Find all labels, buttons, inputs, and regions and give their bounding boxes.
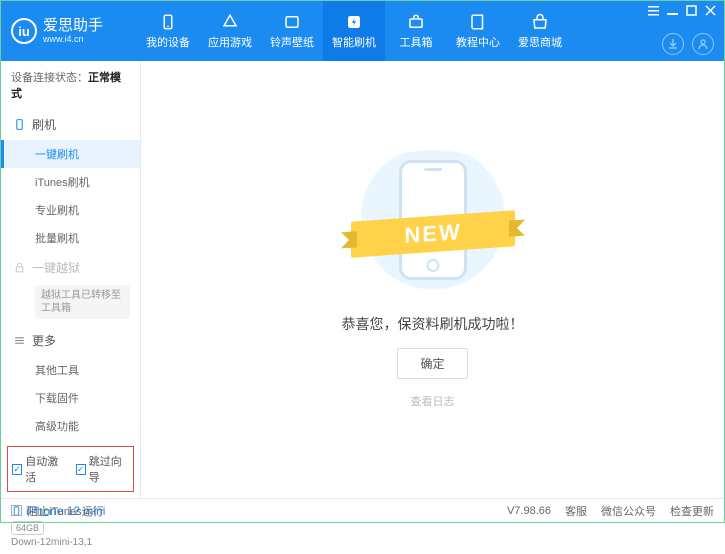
jailbreak-note: 越狱工具已转移至工具箱 <box>35 285 130 319</box>
nav-store[interactable]: 爱思商城 <box>509 1 571 61</box>
sidebar-item-pro-flash[interactable]: 专业刷机 <box>1 196 140 224</box>
nav-my-device[interactable]: 我的设备 <box>137 1 199 61</box>
nav-smart-flash[interactable]: 智能刷机 <box>323 1 385 61</box>
section-label: 刷机 <box>32 116 56 133</box>
phone-icon <box>159 13 177 31</box>
nav-label: 教程中心 <box>456 34 500 50</box>
wechat-link[interactable]: 微信公众号 <box>601 503 656 519</box>
footer-right: V7.98.66 客服 微信公众号 检查更新 <box>507 503 714 519</box>
body: 设备连接状态：正常模式 刷机 一键刷机 iTunes刷机 专业刷机 批量刷机 一… <box>1 61 724 498</box>
status-label: 设备连接状态： <box>11 72 88 84</box>
nav-label: 铃声壁纸 <box>270 34 314 50</box>
app-logo: iu 爱思助手 www.i4.cn <box>11 18 131 45</box>
support-link[interactable]: 客服 <box>565 503 587 519</box>
device-status: 设备连接状态：正常模式 <box>1 61 140 109</box>
flash-icon <box>345 13 363 31</box>
download-button[interactable] <box>662 33 684 55</box>
section-more[interactable]: 更多 <box>1 325 140 356</box>
section-label: 更多 <box>32 332 56 349</box>
sidebar-item-other-tools[interactable]: 其他工具 <box>1 356 140 384</box>
checkbox-icon <box>11 505 22 516</box>
header-actions <box>662 33 714 55</box>
logo-icon: iu <box>11 18 37 44</box>
maximize-icon[interactable] <box>686 5 697 16</box>
nav-label: 我的设备 <box>146 34 190 50</box>
nav-label: 工具箱 <box>400 34 433 50</box>
check-icon: ✓ <box>12 464 22 475</box>
book-icon <box>469 13 487 31</box>
minimize-icon[interactable] <box>667 5 678 16</box>
checkbox-label: 跳过向导 <box>89 453 129 485</box>
sidebar-item-advanced[interactable]: 高级功能 <box>1 412 140 440</box>
success-illustration: NEW <box>333 150 533 300</box>
section-label: 一键越狱 <box>32 259 80 276</box>
nav-apps-games[interactable]: 应用游戏 <box>199 1 261 61</box>
checkbox-auto-activate[interactable]: ✓ 自动激活 <box>12 453 66 485</box>
nav-label: 智能刷机 <box>332 34 376 50</box>
device-firmware: Down-12mini-13,1 <box>11 537 130 548</box>
apps-icon <box>221 13 239 31</box>
nav-ringtone-wallpaper[interactable]: 铃声壁纸 <box>261 1 323 61</box>
lock-icon <box>13 261 26 274</box>
options-box: ✓ 自动激活 ✓ 跳过向导 <box>7 446 134 492</box>
checkbox-skip-guide[interactable]: ✓ 跳过向导 <box>76 453 130 485</box>
footer-left: 阻止iTunes运行 <box>11 503 104 519</box>
app-url: www.i4.cn <box>43 34 103 44</box>
app-header: iu 爱思助手 www.i4.cn 我的设备 应用游戏 铃声壁纸 智能刷机 工具… <box>1 1 724 61</box>
device-storage: 64GB <box>11 521 44 535</box>
section-jailbreak: 一键越狱 <box>1 252 140 283</box>
user-button[interactable] <box>692 33 714 55</box>
toolbox-icon <box>407 13 425 31</box>
checkbox-block-itunes[interactable]: 阻止iTunes运行 <box>11 503 104 519</box>
nav-label: 爱思商城 <box>518 34 562 50</box>
menu-icon[interactable] <box>648 5 659 16</box>
window-controls <box>648 5 716 16</box>
sidebar-item-oneclick-flash[interactable]: 一键刷机 <box>1 140 140 168</box>
store-icon <box>531 13 549 31</box>
sidebar-item-itunes-flash[interactable]: iTunes刷机 <box>1 168 140 196</box>
check-update-link[interactable]: 检查更新 <box>670 503 714 519</box>
sidebar: 设备连接状态：正常模式 刷机 一键刷机 iTunes刷机 专业刷机 批量刷机 一… <box>1 61 141 498</box>
sidebar-item-download-fw[interactable]: 下载固件 <box>1 384 140 412</box>
nav-label: 应用游戏 <box>208 34 252 50</box>
success-message: 恭喜您，保资料刷机成功啦！ <box>342 314 524 334</box>
checkbox-label: 自动激活 <box>25 453 65 485</box>
nav-toolbox[interactable]: 工具箱 <box>385 1 447 61</box>
more-icon <box>13 334 26 347</box>
nav-tutorials[interactable]: 教程中心 <box>447 1 509 61</box>
ok-button[interactable]: 确定 <box>397 348 467 379</box>
phone-icon <box>13 118 26 131</box>
version-label: V7.98.66 <box>507 505 551 517</box>
app-name: 爱思助手 <box>43 18 103 35</box>
checkbox-label: 阻止iTunes运行 <box>27 503 104 519</box>
sidebar-item-batch-flash[interactable]: 批量刷机 <box>1 224 140 252</box>
main-content: NEW 恭喜您，保资料刷机成功啦！ 确定 查看日志 <box>141 61 724 498</box>
section-flash[interactable]: 刷机 <box>1 109 140 140</box>
close-icon[interactable] <box>705 5 716 16</box>
view-log-link[interactable]: 查看日志 <box>411 393 455 409</box>
wallpaper-icon <box>283 13 301 31</box>
main-nav: 我的设备 应用游戏 铃声壁纸 智能刷机 工具箱 教程中心 爱思商城 <box>137 1 571 61</box>
check-icon: ✓ <box>76 464 86 475</box>
